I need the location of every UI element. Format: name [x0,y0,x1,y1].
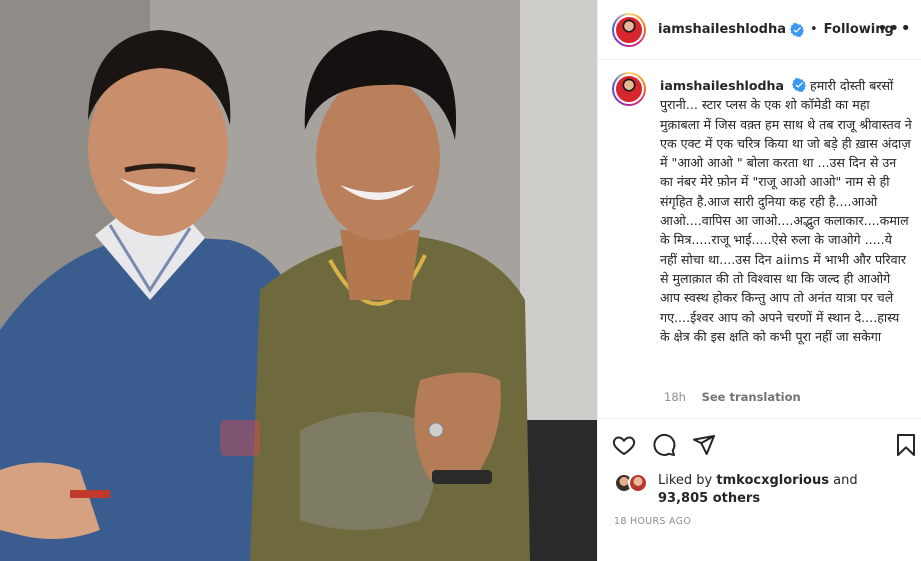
caption-username[interactable]: iamshaileshlodha [660,78,784,93]
verified-badge-icon [789,22,804,37]
caption-text: iamshaileshlodha हमारी दोस्ती बरसों पुरा… [660,76,912,346]
verified-badge-icon [792,78,806,92]
post-photo[interactable] [0,0,597,561]
author-avatar[interactable] [612,12,646,47]
post-header: iamshaileshlodha • Following ••• [598,0,921,60]
likes-count[interactable]: 93,805 others [658,491,760,506]
save-button[interactable] [894,433,918,457]
header-separator: • [809,22,818,37]
likes-prefix: Liked by [658,473,713,488]
avatar-image [614,14,644,45]
action-bar [598,418,921,466]
caption-body: हमारी दोस्ती बरसों पुरानी... स्टार प्लस … [660,78,912,344]
more-options-icon[interactable]: ••• [877,18,912,39]
like-button[interactable] [612,433,636,457]
see-translation-link[interactable]: See translation [702,390,801,404]
comment-button[interactable] [652,433,676,457]
liker-avatars[interactable] [614,473,650,493]
share-button[interactable] [692,433,716,457]
comment-icon [653,433,676,456]
bookmark-icon [897,434,915,456]
caption-age: 18h [664,390,686,404]
author-username[interactable]: iamshaileshlodha [658,22,786,37]
share-icon [693,435,715,455]
likes-summary: Liked by tmkocxglorious and 93,805 other… [612,470,912,510]
photo-illustration [0,0,597,561]
post-side-panel: iamshaileshlodha • Following ••• iamshai… [597,0,921,561]
caption-meta: 18h See translation [664,390,801,404]
likes-text: Liked by tmkocxglorious and 93,805 other… [658,472,858,508]
likes-and: and [833,473,858,488]
liker-username[interactable]: tmkocxglorious [716,473,829,488]
avatar-image [614,74,644,104]
post-timestamp: 18 HOURS AGO [614,516,692,527]
caption-author-avatar[interactable] [612,72,646,106]
liker-avatar [628,473,648,493]
heart-icon [612,436,636,455]
